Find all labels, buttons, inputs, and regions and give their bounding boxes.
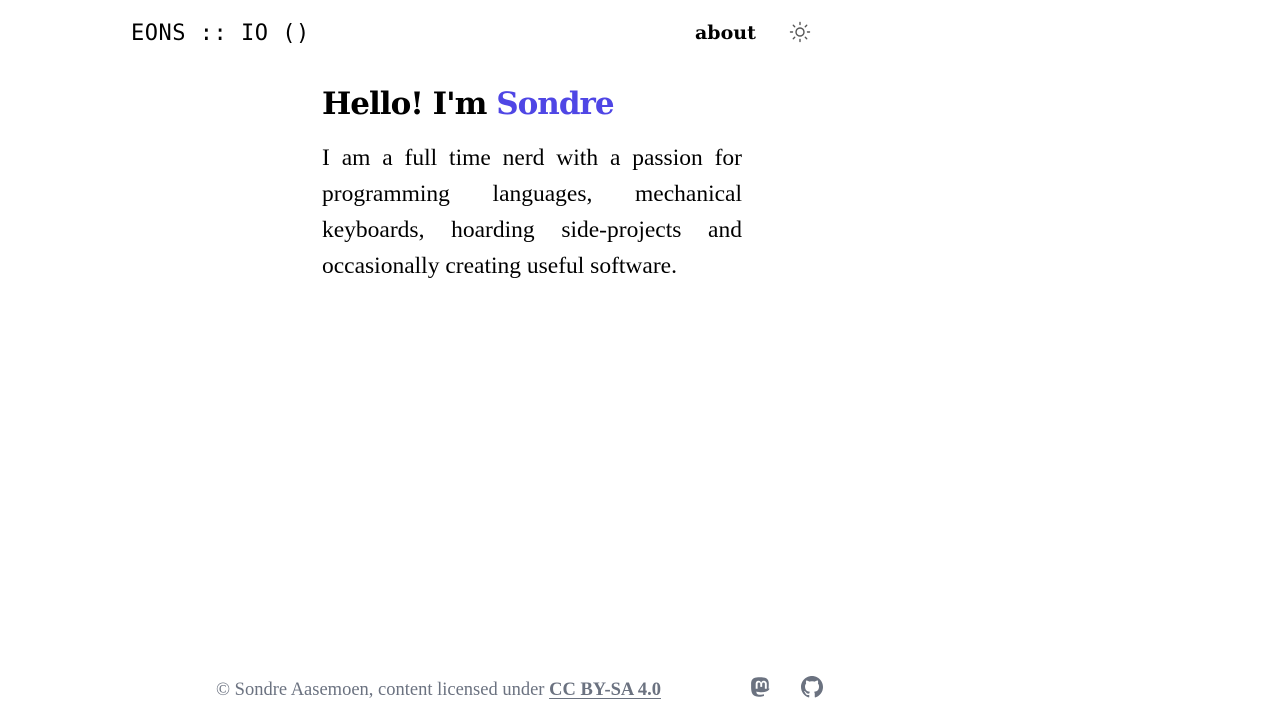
license-link[interactable]: CC BY-SA 4.0 [549, 680, 661, 700]
copyright-text: © Sondre Aasemoen, content licensed unde… [216, 680, 545, 700]
author-name: Sondre [496, 86, 614, 122]
page-heading: Hello! I'm Sondre [322, 82, 742, 126]
sun-icon [789, 21, 811, 43]
main-content: Hello! I'm Sondre I am a full time nerd … [322, 82, 742, 284]
site-title-link[interactable]: EONS :: IO () [131, 20, 310, 48]
theme-toggle-button[interactable] [788, 20, 812, 44]
mastodon-link[interactable] [750, 676, 772, 698]
intro-paragraph: I am a full time nerd with a passion for… [322, 145, 742, 279]
nav-link-about[interactable]: about [695, 20, 756, 46]
greeting-text: Hello! I'm [322, 86, 487, 122]
footer-copyright: © Sondre Aasemoen, content licensed unde… [216, 678, 661, 702]
mastodon-icon [751, 677, 770, 697]
github-icon [801, 676, 823, 698]
github-link[interactable] [801, 676, 823, 698]
